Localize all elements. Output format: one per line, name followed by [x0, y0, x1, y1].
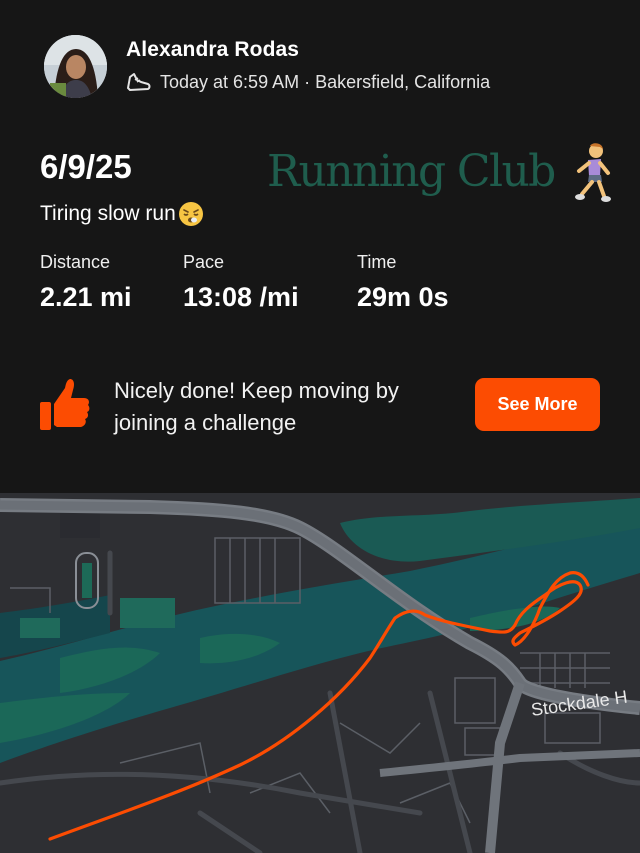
tired-face-emoji-icon	[178, 202, 203, 226]
stat-label: Pace	[183, 252, 225, 272]
stat-value: 2.21 mi	[40, 282, 132, 312]
activity-card: Alexandra Rodas Today at 6:59 AM · Baker…	[0, 0, 640, 493]
thumbs-up-icon	[40, 379, 90, 430]
activity-description: Tiring slow run	[40, 201, 204, 227]
challenge-prompt-text: Nicely done! Keep moving by joining a ch…	[114, 378, 399, 435]
stat-value: 29m 0s	[357, 282, 449, 312]
runner-emoji-icon	[575, 143, 611, 202]
activity-meta-text: Today at 6:59 AM · Bakersfield, Californ…	[160, 71, 491, 92]
activity-date: 6/9/25	[40, 148, 132, 185]
see-more-button[interactable]: See More	[475, 378, 600, 431]
route-map[interactable]: Stockdale H	[0, 493, 640, 853]
shoe-icon	[127, 73, 151, 91]
stat-label: Time	[357, 252, 397, 272]
stat-value: 13:08 /mi	[183, 282, 299, 312]
stat-distance: Distance 2.21 mi	[40, 252, 132, 313]
avatar[interactable]	[44, 35, 107, 98]
activity-meta: Today at 6:59 AM · Bakersfield, Californ…	[126, 71, 490, 93]
user-name[interactable]: Alexandra Rodas	[126, 38, 299, 62]
activity-description-text: Tiring slow run	[40, 202, 176, 225]
stat-label: Distance	[40, 252, 111, 272]
running-club-overlay: Running Club	[267, 146, 556, 197]
stat-pace: Pace 13:08 /mi	[183, 252, 299, 313]
stat-time: Time 29m 0s	[357, 252, 449, 313]
